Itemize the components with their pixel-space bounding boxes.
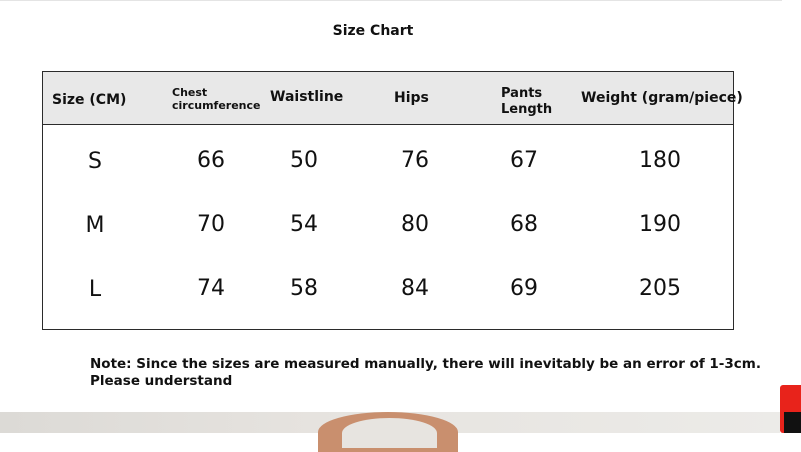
cell-size: M — [85, 213, 105, 238]
header-size: Size (CM) — [52, 92, 127, 108]
table-row: L 74 58 84 69 205 — [43, 258, 733, 322]
header-weight: Weight (gram/piece) — [581, 90, 743, 106]
page-title: Size Chart — [332, 23, 414, 39]
cell-pants: 67 — [510, 148, 538, 173]
header-chest-line1: Chest — [172, 86, 208, 99]
product-photo-figure-inner — [342, 418, 437, 448]
cell-chest: 70 — [197, 212, 225, 237]
cell-weight: 180 — [639, 148, 681, 173]
top-divider — [0, 0, 782, 1]
cell-hips: 84 — [401, 276, 429, 301]
cell-pants: 68 — [510, 212, 538, 237]
header-pants-length: Pants Length — [501, 86, 552, 118]
cell-waist: 54 — [290, 212, 318, 237]
table-row: S 66 50 76 67 180 — [43, 130, 733, 194]
cell-hips: 76 — [401, 148, 429, 173]
header-pants-line1: Pants — [501, 86, 543, 101]
cell-waist: 58 — [290, 276, 318, 301]
cell-chest: 74 — [197, 276, 225, 301]
cell-weight: 205 — [639, 276, 681, 301]
cell-size: L — [88, 277, 102, 302]
cell-pants: 69 — [510, 276, 538, 301]
cell-hips: 80 — [401, 212, 429, 237]
header-hips: Hips — [394, 90, 429, 106]
side-float-button-dark — [784, 412, 801, 433]
cell-weight: 190 — [639, 212, 681, 237]
header-waist: Waistline — [270, 89, 344, 105]
cell-size: S — [88, 149, 102, 174]
table-row: M 70 54 80 68 190 — [43, 194, 733, 258]
measurement-note: Note: Since the sizes are measured manua… — [90, 356, 761, 390]
cell-waist: 50 — [290, 148, 318, 173]
header-chest-line2: circumference — [172, 99, 261, 112]
note-line1: Note: Since the sizes are measured manua… — [90, 356, 761, 372]
cell-chest: 66 — [197, 148, 225, 173]
header-chest: Chest circumference — [172, 86, 260, 112]
table-header-row: Size (CM) Chest circumference Waistline … — [43, 72, 743, 125]
size-chart-table: Size (CM) Chest circumference Waistline … — [42, 71, 743, 330]
header-pants-line2: Length — [501, 102, 553, 117]
note-line2: Please understand — [90, 373, 233, 389]
